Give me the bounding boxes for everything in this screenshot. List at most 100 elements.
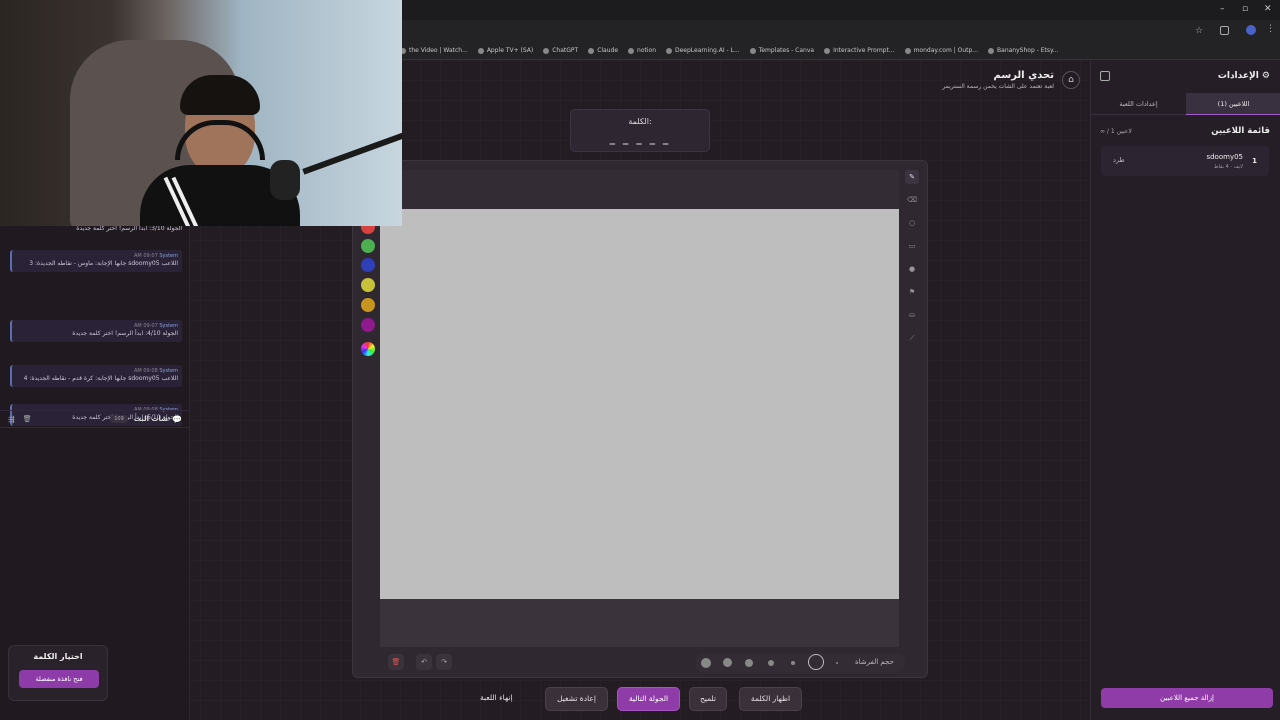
circle-tool-icon[interactable]: ○ bbox=[905, 216, 919, 230]
pick-word-card: اختيار الكلمة فتح نافذة منفصلة bbox=[8, 645, 108, 701]
bookmark-item[interactable]: DeepLearning.AI - L... bbox=[666, 47, 740, 54]
brush-size-l[interactable] bbox=[723, 658, 732, 667]
bookmark-label: BananyShop - Etsy... bbox=[997, 47, 1059, 54]
bookmark-item[interactable]: Templates - Canva bbox=[749, 47, 815, 54]
streamer-hair bbox=[180, 75, 260, 115]
message-text: الجولة 4/10: ابدأ الرسم! اختر كلمة جديدة bbox=[72, 330, 178, 337]
players-list-title: قائمة اللاعبين bbox=[1211, 126, 1270, 136]
bookmark-label: DeepLearning.AI - L... bbox=[675, 47, 740, 54]
minimize-icon[interactable]: – bbox=[1220, 4, 1225, 14]
bookmark-icon bbox=[543, 47, 550, 54]
flag-icon[interactable]: ⚑ bbox=[905, 285, 919, 299]
bookmark-label: Templates - Canva bbox=[758, 47, 815, 54]
bookmark-item[interactable]: notion bbox=[628, 47, 656, 54]
players-count: ∞ / 1 لاعبين bbox=[1100, 128, 1132, 135]
word-label: الكلمة: bbox=[628, 117, 652, 126]
app-root: تحدي الرسم لعبة تعتمد على الشات يخمن رسم… bbox=[0, 0, 1280, 720]
brush-size-s[interactable] bbox=[768, 660, 774, 666]
brush-size-label: حجم الفرشاة bbox=[855, 658, 894, 666]
trash-icon[interactable]: 🗑 bbox=[23, 415, 32, 423]
mic-arm bbox=[302, 131, 402, 175]
bookmark-icon bbox=[749, 47, 756, 54]
filter-icon[interactable]: ⇶ bbox=[8, 415, 15, 424]
brush-size-selected[interactable] bbox=[808, 654, 824, 670]
extensions-icon[interactable] bbox=[1220, 26, 1229, 35]
filled-circle-icon[interactable]: ● bbox=[905, 262, 919, 276]
star-icon[interactable]: ☆ bbox=[1195, 26, 1203, 36]
reveal-word-button[interactable]: اظهار الكلمة bbox=[739, 687, 802, 711]
rectangle-tool-icon[interactable]: ▭ bbox=[905, 239, 919, 253]
message-text: اللاعب sdoomy05 جابها الإجابة: كرة قدم -… bbox=[23, 375, 178, 382]
chat-title: شات البث bbox=[133, 415, 169, 423]
kick-button[interactable]: طرد bbox=[1113, 156, 1125, 164]
color-swatch[interactable] bbox=[361, 258, 375, 272]
player-name: sdoomy05 bbox=[1206, 153, 1243, 161]
system-message: AM 09:07 System اللاعب sdoomy05 جابها الإ… bbox=[10, 250, 182, 272]
close-icon[interactable]: ✕ bbox=[1264, 4, 1272, 14]
bookmark-label: Interactive Prompt... bbox=[833, 47, 895, 54]
game-subtitle: لعبة تعتمد على الشات يخمن رسمة الستريمر bbox=[942, 83, 1054, 90]
pick-word-title: اختيار الكلمة bbox=[33, 652, 83, 661]
menu-icon[interactable]: ⋮ bbox=[1266, 24, 1275, 34]
next-round-button[interactable]: الجولة التالية bbox=[617, 687, 680, 711]
clear-canvas-icon[interactable]: 🗑 bbox=[388, 654, 404, 670]
line-tool-icon[interactable]: ⟋ bbox=[905, 331, 919, 345]
brush-size-xxs[interactable] bbox=[836, 662, 838, 664]
settings-title: الإعدادات ⚙ bbox=[1218, 71, 1270, 81]
color-swatch[interactable] bbox=[361, 239, 375, 253]
bookmark-item[interactable]: Interactive Prompt... bbox=[824, 47, 895, 54]
home-icon: ⌂ bbox=[1068, 75, 1074, 85]
system-message: AM 09:07 System الجولة 4/10: ابدأ الرسم! … bbox=[10, 320, 182, 342]
pencil-icon[interactable]: ✎ bbox=[905, 170, 919, 184]
hint-button[interactable]: تلميح bbox=[689, 687, 727, 711]
tab-game-settings[interactable]: إعدادات اللعبة bbox=[1091, 93, 1186, 115]
bookmark-icon bbox=[824, 47, 831, 54]
player-row: 1 sdoomy05 لايف · 4 نقاط طرد bbox=[1101, 146, 1269, 176]
remove-all-players-button[interactable]: إزالة جميع اللاعبين bbox=[1101, 688, 1273, 708]
color-swatch[interactable] bbox=[361, 278, 375, 292]
word-card: الكلمة: _ _ _ _ _ bbox=[570, 109, 710, 152]
bookmark-item[interactable]: the Video | Watch... bbox=[400, 47, 468, 54]
brush-size-m[interactable] bbox=[745, 659, 753, 667]
word-mask: _ _ _ _ _ bbox=[609, 132, 671, 145]
brush-size-xs[interactable] bbox=[791, 661, 795, 665]
bookmark-item[interactable]: Claude bbox=[588, 47, 618, 54]
bookmark-label: the Video | Watch... bbox=[409, 47, 468, 54]
home-button[interactable]: ⌂ bbox=[1062, 71, 1080, 89]
canvas-top-strip bbox=[380, 170, 899, 209]
canvas-bottom-strip bbox=[380, 599, 899, 647]
message-text: اللاعب sdoomy05 جابها الإجابة: ماوس - نق… bbox=[29, 260, 178, 267]
microphone bbox=[270, 160, 300, 200]
bookmark-icon bbox=[477, 47, 484, 54]
profile-avatar[interactable] bbox=[1246, 25, 1256, 35]
player-meta: لايف · 4 نقاط bbox=[1213, 164, 1243, 170]
open-popout-button[interactable]: فتح نافذة منفصلة bbox=[19, 670, 99, 688]
eraser-icon[interactable]: ⌫ bbox=[905, 193, 919, 207]
brush-size-xl[interactable] bbox=[701, 658, 711, 668]
chat-count-badge: 109 bbox=[110, 415, 128, 423]
maximize-icon[interactable]: ▫ bbox=[1242, 4, 1248, 14]
chat-header: ⇶ 🗑 109 شات البث 💬 bbox=[0, 410, 190, 428]
color-swatch[interactable] bbox=[361, 318, 375, 332]
custom-color-picker[interactable] bbox=[361, 342, 375, 356]
drawing-canvas[interactable] bbox=[380, 209, 899, 599]
bookmark-item[interactable]: ChatGPT bbox=[543, 47, 578, 54]
redo-icon[interactable]: ↷ bbox=[436, 654, 452, 670]
bookmark-icon bbox=[588, 47, 595, 54]
end-game-button[interactable]: إنهاء اللعبة bbox=[480, 693, 513, 702]
bookmark-item[interactable]: monday.com | Outp... bbox=[904, 47, 978, 54]
bookmark-label: Claude bbox=[597, 47, 619, 54]
restart-button[interactable]: إعادة تشغيل bbox=[545, 687, 608, 711]
gear-icon: ⚙ bbox=[1261, 71, 1270, 81]
collapse-panel-icon[interactable] bbox=[1100, 71, 1110, 81]
fill-bucket-icon[interactable]: ⛀ bbox=[905, 308, 919, 322]
bookmark-item[interactable]: Apple TV+ (SA) bbox=[477, 47, 533, 54]
color-swatch[interactable] bbox=[361, 298, 375, 312]
undo-icon[interactable]: ↶ bbox=[416, 654, 432, 670]
bookmark-label: notion bbox=[637, 47, 656, 54]
bookmark-item[interactable]: BananyShop - Etsy... bbox=[988, 47, 1058, 54]
game-title: تحدي الرسم bbox=[993, 70, 1054, 81]
chat-bubble-icon: 💬 bbox=[172, 414, 182, 424]
partial-system-message: الجولة 3/10: ابدأ الرسم! اختر كلمة جديدة bbox=[76, 225, 182, 232]
tab-players[interactable]: اللاعبين (1) bbox=[1186, 93, 1280, 115]
